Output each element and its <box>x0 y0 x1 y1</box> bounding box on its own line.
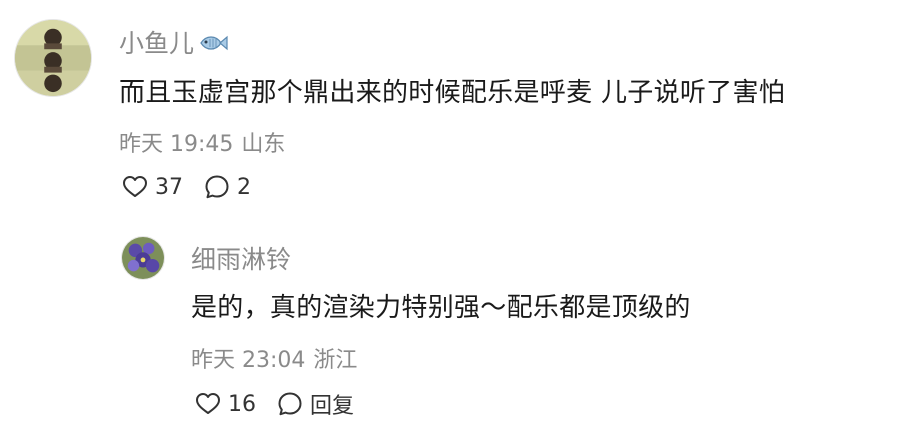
heart-icon <box>121 173 149 201</box>
comment-bubble-icon <box>276 390 304 418</box>
comment-text: 而且玉虚宫那个鼎出来的时候配乐是呼麦 儿子说听了害怕 <box>119 78 786 108</box>
author-name: 小鱼儿 <box>119 29 195 58</box>
fish-icon <box>198 31 228 53</box>
heart-icon <box>194 390 222 418</box>
comment-text: 是的，真的渲染力特别强～配乐都是顶级的 <box>191 293 691 323</box>
reply-label: 回复 <box>310 394 355 419</box>
avatar[interactable] <box>14 19 92 97</box>
avatar-image <box>15 20 91 96</box>
like-count: 16 <box>228 391 256 417</box>
like-count: 37 <box>155 174 183 200</box>
comment-actions: 16 回复 <box>194 388 354 420</box>
comment-thread: 小鱼儿 而且玉虚宫那个鼎出来的时候配乐是呼麦 儿子说听了害怕 昨天 19:45 … <box>0 0 916 428</box>
comment-meta: 昨天 19:45 山东 <box>119 126 285 158</box>
avatar[interactable] <box>121 236 165 280</box>
author-name: 细雨淋铃 <box>191 245 292 274</box>
reply-count: 2 <box>237 174 251 200</box>
comment-meta: 昨天 23:04 浙江 <box>191 342 357 374</box>
like-button[interactable]: 16 <box>194 390 256 418</box>
comment-time: 昨天 23:04 <box>191 348 306 373</box>
avatar-image <box>122 237 164 279</box>
comment-location: 浙江 <box>313 348 358 373</box>
comment-actions: 37 2 <box>121 173 251 201</box>
like-button[interactable]: 37 <box>121 173 183 201</box>
reply-button[interactable]: 回复 <box>276 388 354 420</box>
comment-author[interactable]: 小鱼儿 <box>119 24 228 60</box>
comment-bubble-icon <box>203 173 231 201</box>
reply-button[interactable]: 2 <box>203 173 251 201</box>
comment-location: 山东 <box>241 132 286 157</box>
comment-author[interactable]: 细雨淋铃 <box>191 240 291 276</box>
comment-time: 昨天 19:45 <box>119 132 234 157</box>
